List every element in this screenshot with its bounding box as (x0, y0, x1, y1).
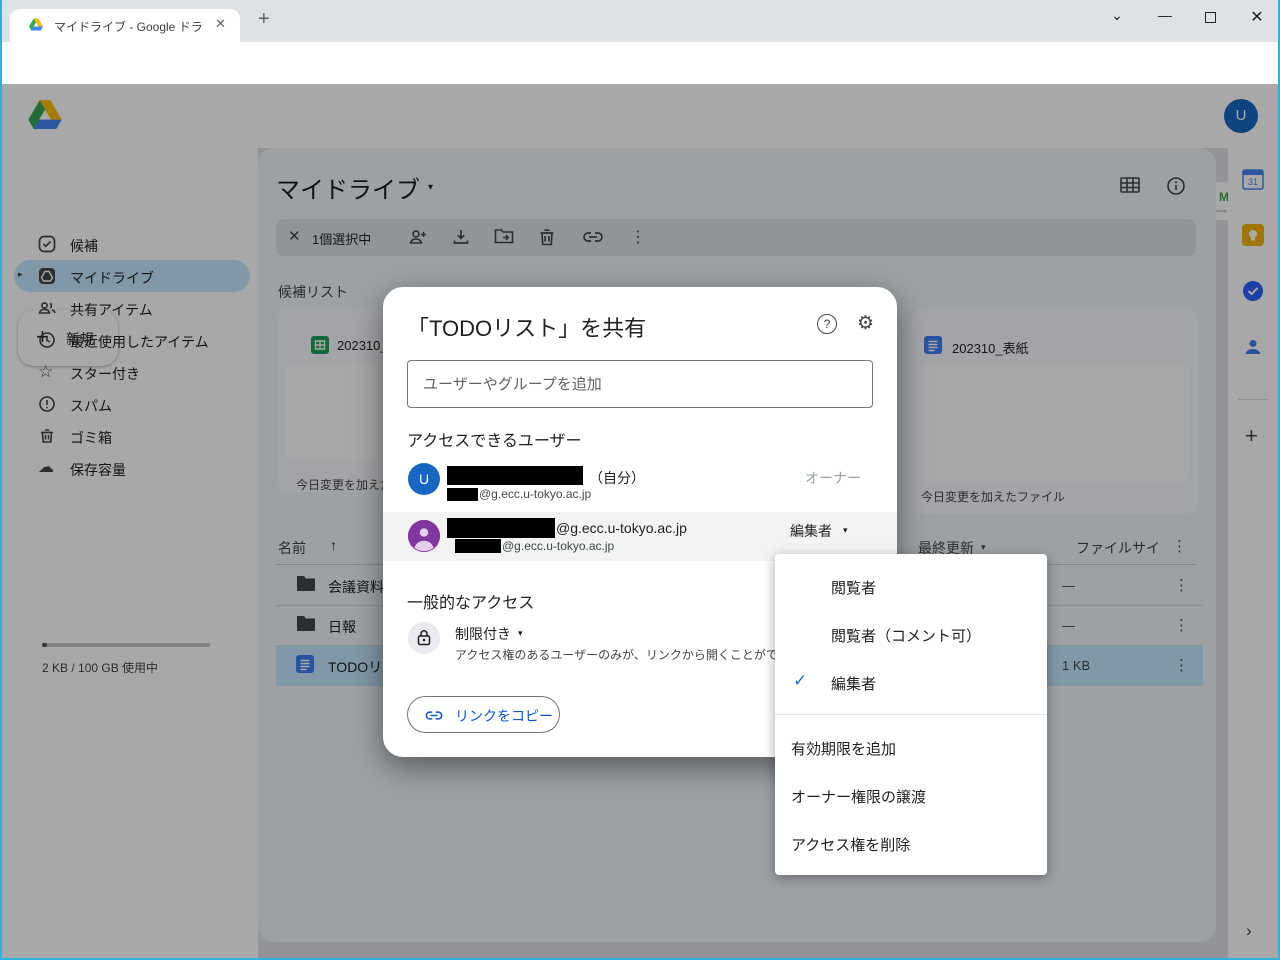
redacted-email (455, 539, 501, 553)
menu-action-label: 有効期限を追加 (791, 738, 896, 759)
redacted-name (447, 518, 555, 538)
user-name-suffix: @g.ecc.u-tokyo.ac.jp (556, 520, 687, 536)
redacted-name (447, 466, 583, 485)
redacted-email (447, 488, 478, 501)
menu-option-label: 閲覧者 (831, 577, 876, 598)
lock-icon (417, 629, 431, 646)
window-close-button[interactable]: ✕ (1242, 7, 1272, 27)
check-icon: ✓ (793, 671, 807, 691)
menu-option-label: 閲覧者（コメント可） (831, 625, 981, 646)
restricted-avatar (408, 622, 440, 654)
menu-option-commenter[interactable]: 閲覧者（コメント可） (775, 610, 1047, 658)
tab-strip: マイドライブ - Google ドライブ ✕ + ⌄ — ✕ (0, 0, 1280, 42)
people-section-title: アクセスできるユーザー (407, 427, 582, 451)
dialog-help-icon[interactable]: ? (817, 314, 837, 334)
user-avatar (408, 520, 440, 552)
role-caret-icon[interactable]: ▾ (843, 525, 848, 536)
menu-action-add-expiration[interactable]: 有効期限を追加 (775, 723, 1047, 771)
self-label: （自分） (589, 468, 645, 488)
browser-window: マイドライブ - Google ドライブ ✕ + ⌄ — ✕ ← → drive… (0, 0, 1280, 960)
window-border (0, 0, 2, 960)
tab-close-icon[interactable]: ✕ (215, 16, 226, 32)
owner-avatar: U (408, 463, 440, 495)
menu-action-remove-access[interactable]: アクセス権を削除 (775, 819, 1047, 867)
add-people-input[interactable] (407, 360, 873, 408)
dialog-title: 「TODOリスト」を共有 (407, 311, 646, 343)
general-access-title: 一般的なアクセス (407, 589, 534, 613)
menu-action-label: オーナー権限の譲渡 (791, 786, 926, 807)
menu-action-label: アクセス権を削除 (791, 834, 910, 855)
menu-option-viewer[interactable]: 閲覧者 (775, 562, 1047, 610)
drive-favicon (28, 17, 44, 33)
role-dropdown-button[interactable]: 編集者 (790, 521, 832, 541)
address-bar: ← → drive.google.com/drive/my-drive ☆ U … (0, 42, 1280, 84)
menu-option-editor[interactable]: ✓ 編集者 (775, 658, 1047, 706)
access-level-dropdown[interactable]: 制限付き (455, 624, 511, 644)
menu-action-transfer-ownership[interactable]: オーナー権限の譲渡 (775, 771, 1047, 819)
menu-divider (775, 714, 1047, 715)
tab-search-icon[interactable]: ⌄ (1102, 7, 1132, 24)
access-caret-icon[interactable]: ▾ (518, 628, 523, 639)
browser-tab[interactable]: マイドライブ - Google ドライブ ✕ (10, 9, 240, 42)
user-row-owner[interactable]: U （自分） @g.ecc.u-tokyo.ac.jp オーナー (383, 459, 897, 509)
dialog-settings-icon[interactable]: ⚙ (857, 312, 874, 335)
window-minimize-button[interactable]: — (1150, 7, 1180, 23)
owner-email-suffix: @g.ecc.u-tokyo.ac.jp (479, 487, 591, 501)
link-icon (424, 707, 444, 724)
tab-title: マイドライブ - Google ドライブ (54, 18, 204, 35)
window-maximize-button[interactable] (1205, 12, 1216, 23)
role-menu: 閲覧者 閲覧者（コメント可） ✓ 編集者 有効期限を追加 オーナー権限の譲渡 ア… (775, 554, 1047, 875)
copy-link-label: リンクをコピー (455, 706, 553, 726)
owner-role-label: オーナー (805, 468, 861, 488)
copy-link-button[interactable]: リンクをコピー (407, 696, 560, 733)
new-tab-button[interactable]: + (258, 8, 270, 31)
user-email-suffix: @g.ecc.u-tokyo.ac.jp (502, 539, 614, 553)
menu-option-label: 編集者 (831, 673, 876, 694)
